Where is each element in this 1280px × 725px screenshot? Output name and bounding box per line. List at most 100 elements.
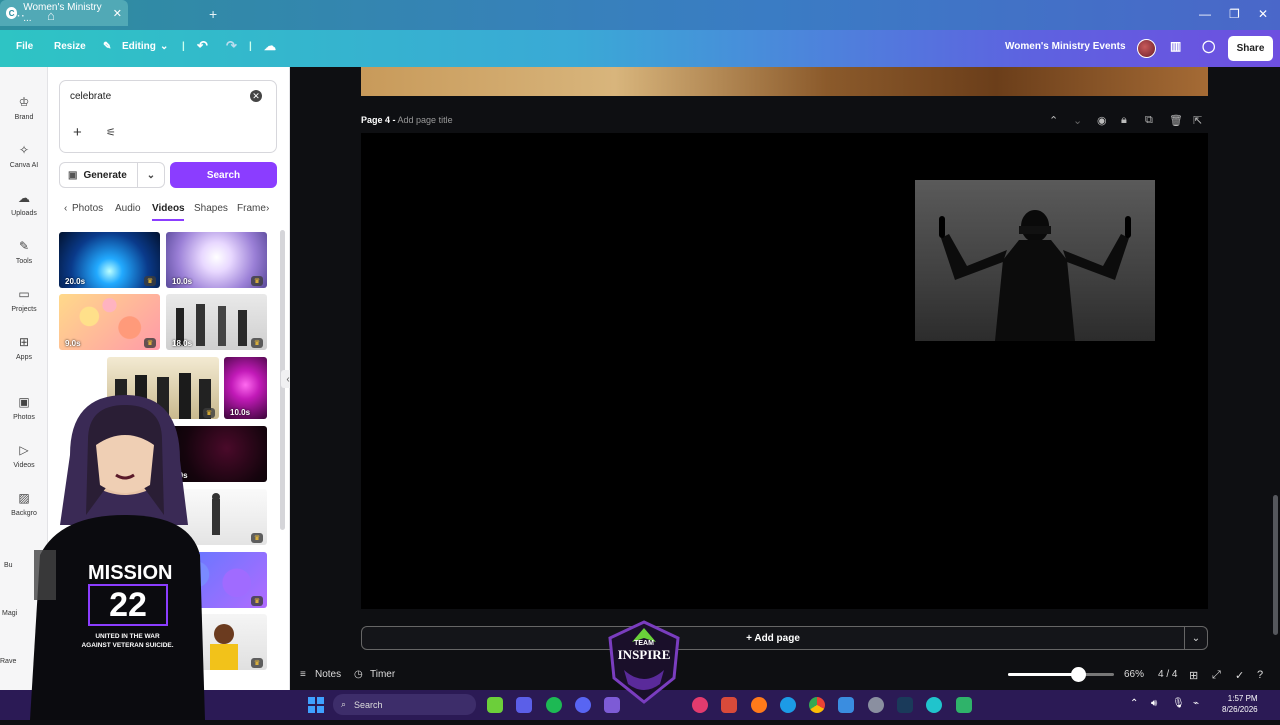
crown-icon: ♛ — [251, 596, 263, 606]
apps-icon: ⊞ — [18, 335, 30, 349]
workspaces-icon[interactable]: ⌂ — [47, 8, 55, 23]
add-page-icon[interactable]: ⇱ — [1193, 114, 1202, 127]
share-button[interactable]: Share — [1228, 36, 1273, 61]
add-page-button[interactable]: + Add page — [361, 626, 1185, 650]
chevron-down-icon[interactable]: ⌄ — [138, 170, 164, 181]
add-page-options-icon[interactable]: ⌄ — [1185, 626, 1208, 650]
add-icon[interactable]: + — [73, 124, 82, 141]
rail-item-rave[interactable]: Rave — [0, 653, 20, 665]
tab-audio[interactable]: Audio — [115, 203, 141, 214]
tab-close-icon[interactable]: ✕ — [113, 7, 122, 20]
maximize-button[interactable]: ❐ — [1229, 7, 1240, 21]
chevron-down-icon[interactable]: ⌄ — [160, 41, 168, 52]
rail-item-magic[interactable]: Magi — [2, 605, 22, 617]
browser-menu-icon[interactable]: ⋯ — [12, 8, 25, 24]
shirt-text-mission: MISSION — [88, 562, 173, 584]
man-with-microphones-photo[interactable] — [915, 180, 1155, 341]
cloud-saved-icon[interactable]: ☁ — [264, 39, 276, 53]
app-icon[interactable] — [956, 697, 972, 713]
timer-button[interactable]: Timer — [370, 669, 395, 680]
generate-button[interactable]: ▣ Generate ⌄ — [59, 162, 165, 188]
network-icon[interactable]: ⌁ — [1193, 698, 1199, 709]
editing-mode-dropdown[interactable]: Editing — [122, 41, 156, 52]
speaker-icon[interactable]: 🔊︎ — [1151, 698, 1157, 709]
check-icon[interactable]: ✓ — [1235, 669, 1244, 682]
rail-item-brand[interactable]: ♔ Brand — [0, 95, 48, 121]
tab-shapes[interactable]: Shapes — [194, 203, 228, 214]
rail-item-brand-kit[interactable]: Bu — [4, 557, 24, 569]
tab-photos[interactable]: Photos — [72, 203, 103, 214]
clock-time: 1:57 PM — [1227, 694, 1258, 703]
settings-icon[interactable] — [868, 697, 884, 713]
spotify-icon[interactable] — [546, 697, 562, 713]
undo-button[interactable]: ↶ — [197, 38, 208, 54]
delete-page-icon[interactable]: 🗑︎ — [1169, 114, 1183, 127]
app-icon[interactable] — [487, 697, 503, 713]
microphone-icon[interactable]: 🎙︎ — [1172, 698, 1185, 709]
tab-videos[interactable]: Videos — [152, 203, 185, 214]
close-window-button[interactable]: ✕ — [1258, 7, 1268, 21]
rail-item-canva-ai[interactable]: ✧ Canva AI — [0, 143, 48, 169]
tabs-scroll-left-icon[interactable]: ‹ — [64, 203, 67, 214]
edge-icon[interactable] — [780, 697, 796, 713]
rail-item-tools[interactable]: ✎ Tools — [0, 239, 48, 265]
chrome-icon[interactable] — [809, 697, 825, 713]
notes-icon: ≡ — [300, 669, 306, 680]
notepad-icon[interactable] — [838, 697, 854, 713]
zoom-slider-thumb[interactable] — [1070, 667, 1086, 682]
workspace-scrollbar[interactable] — [1273, 495, 1278, 635]
man-silhouette-illustration — [939, 210, 1131, 341]
canva-icon[interactable] — [926, 697, 942, 713]
comments-icon[interactable]: ◯ — [1202, 39, 1215, 53]
grid-view-icon[interactable]: ⊞ — [1189, 669, 1198, 682]
notes-button[interactable]: Notes — [315, 669, 341, 680]
video-duration: 10.0s — [230, 408, 251, 417]
tab-frames[interactable]: Frame — [237, 203, 267, 214]
search-button[interactable]: Search — [170, 162, 277, 188]
tabs-scroll-right-icon[interactable]: › — [266, 203, 269, 214]
app-icon[interactable] — [692, 697, 708, 713]
tray-expand-icon[interactable]: ⌃ — [1130, 698, 1138, 709]
rail-item-apps[interactable]: ⊞ Apps — [0, 335, 48, 361]
steam-icon[interactable] — [897, 697, 913, 713]
page-title-input[interactable]: Add page title — [398, 115, 453, 125]
firefox-icon[interactable] — [751, 697, 767, 713]
new-tab-button[interactable]: + — [209, 6, 217, 22]
move-page-up-icon[interactable]: ⌃ — [1049, 114, 1058, 127]
fullscreen-icon[interactable]: ⤢ — [1212, 669, 1221, 682]
insights-icon[interactable]: ▥ — [1170, 39, 1181, 53]
redo-button[interactable]: ↷ — [226, 38, 237, 54]
streamer-avatar-overlay: MISSION 22 UNITED IN THE WAR AGAINST VET… — [30, 385, 205, 720]
taskbar-clock[interactable]: 1:57 PM 8/26/2026 — [1222, 693, 1258, 715]
clear-search-icon[interactable]: ✕ — [250, 90, 262, 102]
file-menu[interactable]: File — [16, 41, 33, 52]
search-input[interactable]: celebrate — [70, 91, 111, 102]
previous-page-preview[interactable] — [361, 67, 1208, 96]
rail-item-uploads[interactable]: ☁ Uploads — [0, 191, 48, 217]
filter-icon[interactable]: ⚟ — [106, 126, 116, 139]
page-label: Page 4 - Add page title — [361, 115, 453, 125]
page-count[interactable]: 4 / 4 — [1158, 669, 1177, 680]
divider: | — [182, 41, 185, 52]
discord-icon[interactable] — [575, 697, 591, 713]
lock-page-icon[interactable]: 🔒︎ — [1121, 114, 1127, 127]
duplicate-page-icon[interactable]: ⧉ — [1145, 114, 1153, 127]
team-inspire-logo: TEAM INSPIRE — [604, 618, 684, 706]
timer-icon: ◷ — [354, 669, 363, 680]
zoom-slider-fill — [1008, 673, 1078, 676]
hide-page-icon[interactable]: ◉ — [1097, 114, 1107, 127]
help-icon[interactable]: ? — [1257, 669, 1263, 681]
app-icon[interactable] — [721, 697, 737, 713]
minimize-button[interactable]: — — [1199, 7, 1211, 21]
shirt-text-22: 22 — [88, 584, 168, 626]
app-icon[interactable] — [516, 697, 532, 713]
video-duration: 10.0s — [172, 277, 193, 286]
windows-start-icon[interactable] — [308, 697, 324, 713]
taskbar-search[interactable]: ⌕ Search — [333, 694, 476, 715]
user-avatar[interactable] — [1137, 39, 1156, 58]
move-page-down-icon[interactable]: ⌄ — [1073, 114, 1082, 127]
rail-item-projects[interactable]: ▭ Projects — [0, 287, 48, 313]
resize-button[interactable]: Resize — [54, 41, 86, 52]
zoom-level[interactable]: 66% — [1124, 669, 1144, 680]
design-title[interactable]: Women's Ministry Events — [1005, 41, 1126, 52]
